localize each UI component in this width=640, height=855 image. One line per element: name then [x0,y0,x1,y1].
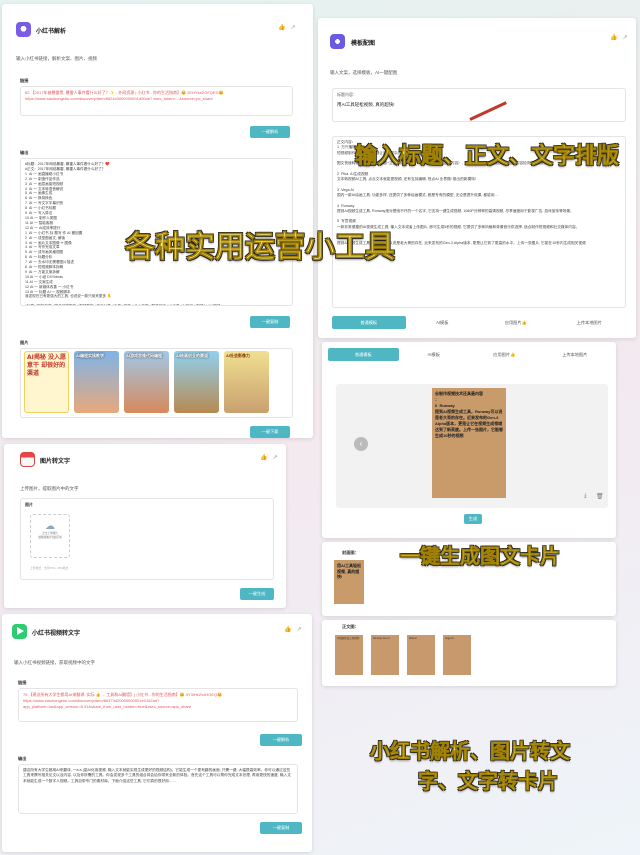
xhs-parse-panel: 小红书解析 👍 ↗ 输入小红书链接，解析文案、图片、视频 链接 62 【2017年… [2,4,313,438]
tab-basic-template[interactable]: 普通模板 [328,348,399,361]
generate-button[interactable]: 一键生成 [240,588,274,600]
download-icon[interactable]: ⤓ [584,493,587,500]
tab-basic-template[interactable]: 普通模板 [332,316,406,329]
template-tabs: 普通模板 AI模板 应用图片👍 上传本地图片 [332,316,626,329]
image-to-text-panel: 图片转文字 👍 ↗ 上传图片，提取图片中的文字 图片 ☁ 点击上传图片 或拖拽图片… [4,444,286,608]
tab-ai-template[interactable]: AI模板 [399,348,470,361]
panel-title: 图片转文字 [40,459,71,465]
panel-title: 小红书视频转文字 [32,631,81,637]
panel-subtitle: 上传图片，提取图片中的文字 [20,486,79,491]
template-image-panel: 模板配图 👍 ↗ 输入文案，选择模板，AI一键配图 标题内容： 用AI工具轻松视频… [318,18,636,338]
carousel-tabs: 普通模板 AI模板 应用图片👍 上传本地图片 [328,348,610,361]
body-image: Vega AI [442,634,472,676]
xhs-parse-logo-icon [16,22,31,37]
video-to-text-panel: 小红书视频转文字 👍 ↗ 输入小红书视频链接，获取视频中的文字 链接 75 【建议… [2,614,312,852]
panel-subtitle: 输入小红书链接，解析文案、图片、视频 [16,56,97,61]
link-input[interactable]: 75 【建议所有大学生都用AI来翻译, 实际 👍 ... 工具和AI翻墙】| 小… [18,688,298,722]
panel-subtitle: 输入小红书视频链接，获取视频中的文字 [14,660,95,665]
upload-hint: 上传格式：支持PNG, JPG格式 [30,566,69,570]
output-label: 输出 [18,756,27,761]
chevron-left-icon[interactable]: ‹ [354,437,368,451]
overlay-input-caption: 输入标题、正文、文字排版 [355,144,620,170]
thumbnail[interactable]: AI编程实操教学 [74,351,119,413]
body-image: Runway Gen-3 [370,634,400,676]
body-image: AI视频生成工具推荐 [334,634,364,676]
template-logo-icon [330,34,345,49]
parse-button[interactable]: 一键解析 [250,126,290,138]
link-label: 链接 [20,78,29,83]
image-to-text-logo-icon [20,452,35,467]
thumbs-up-icon[interactable]: 👍 [278,24,285,31]
output-text: 建议所有大学生都用AI来翻译, 一a a (能AI化用视频, 输入文本就能实现生… [18,764,298,814]
upload-cloud-icon: ☁ [45,521,55,532]
panel-subtitle: 输入文案，选择模板，AI一键配图 [330,70,398,75]
generate-button[interactable]: 生成 [464,514,482,524]
overlay-card-caption: 一键生成图文卡片 [400,544,561,569]
thumbs-up-icon[interactable]: 👍 [260,454,267,461]
link-input[interactable]: 62 【2017年被暴雷黑, 暴雷人事件看什么好了？✨ - 外网资源 | 小红书… [20,86,293,116]
copy-button[interactable]: 一键复制 [260,822,302,834]
overlay-summary-caption-2: 字、文字转卡片 [418,769,559,794]
panel-actions: 👍 ↗ [278,24,296,31]
tab-upload-local[interactable]: 上传本地图片 [540,348,611,361]
overlay-tools-caption: 各种实用运营小工具 [125,230,396,266]
thumbnail[interactable]: AI绘画创业的赛道 [174,351,219,413]
tab-upload-local[interactable]: 上传本地图片 [553,316,627,329]
body-images-panel: 正文图： AI视频生成工具推荐 Runway Gen-3 Pika AI Veg… [322,620,616,686]
thumbs-up-icon[interactable]: 👍 [284,626,291,633]
share-icon[interactable]: ↗ [272,454,277,461]
share-icon[interactable]: ↗ [296,626,301,633]
panel-title: 模板配图 [351,41,376,47]
tab-apply-image[interactable]: 应用图片👍 [479,316,553,329]
overlay-summary-caption-1: 小红书解析、图片转文 [370,739,571,764]
parse-button[interactable]: 一键解析 [260,734,302,746]
thumbnail[interactable]: AI社会影像力 [224,351,269,413]
copy-button[interactable]: 一键复制 [250,316,290,328]
panel-actions: 👍 ↗ [610,34,628,41]
output-label: 输出 [20,150,29,155]
body-img-label: 正文图： [342,624,359,629]
share-icon[interactable]: ↗ [290,24,295,31]
tab-apply-image[interactable]: 应用图片👍 [469,348,540,361]
download-button[interactable]: 一键下载 [250,426,290,438]
thumbnail[interactable]: AI游戏思维代码编程 [124,351,169,413]
panel-actions: 👍 ↗ [284,626,302,633]
cover-image: 用AI工具轻松视频, 真的超快! [334,560,364,604]
panel-title: 小红书解析 [36,29,67,35]
upload-dropzone[interactable]: ☁ 点击上传图片 或拖拽图片到此区域 [30,514,70,558]
video-to-text-logo-icon [12,624,27,639]
title-value: 用AI工具轻松视频, 真的超快! [337,102,395,107]
trash-icon[interactable]: 🗑 [596,493,604,500]
link-label: 链接 [18,680,27,685]
cover-label: 封面图： [342,550,359,555]
template-card: 谷制作视频技术还具最内容 ： 6 Runway 提到AI视频生成工具，Runwa… [432,388,506,498]
share-icon[interactable]: ↗ [622,34,627,41]
thumbnail[interactable]: AI揭秘 没入愿意干 却很好的渠道 [24,351,69,413]
images-label: 图片 [20,340,29,345]
panel-actions: 👍 ↗ [260,454,278,461]
thumbs-up-icon[interactable]: 👍 [610,34,617,41]
body-image: Pika AI [406,634,436,676]
card-generator-panel: 普通模板 AI模板 应用图片👍 上传本地图片 ‹ 谷制作视频技术还具最内容 ： … [322,342,616,538]
tab-ai-template[interactable]: AI模板 [406,316,480,329]
